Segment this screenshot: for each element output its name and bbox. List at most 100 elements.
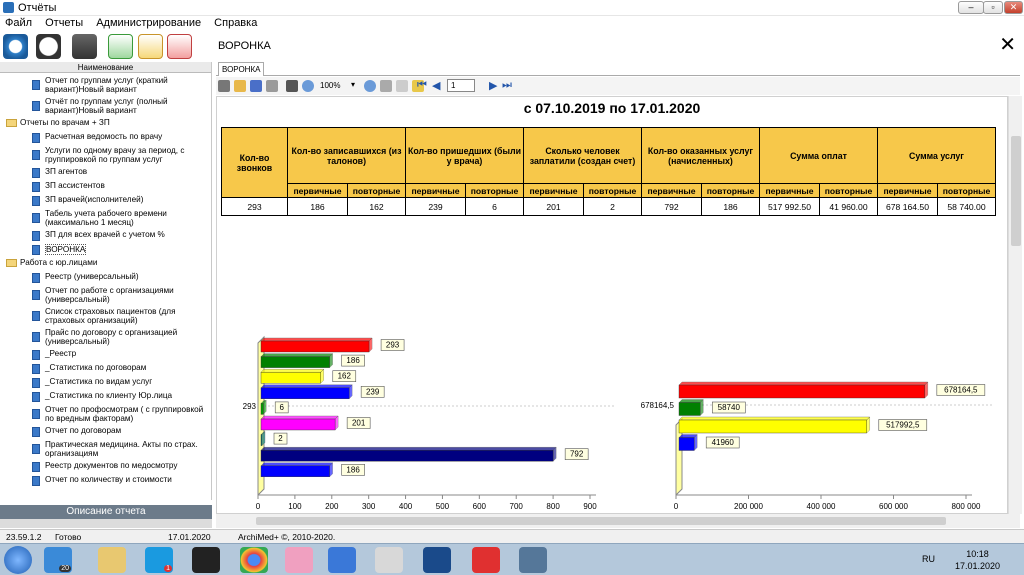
vertical-scroll-thumb[interactable] bbox=[1011, 136, 1021, 246]
explorer-icon[interactable] bbox=[98, 547, 126, 573]
tree-item[interactable]: Отчет по работе с организациями (универса… bbox=[0, 286, 210, 305]
export-icon[interactable] bbox=[266, 80, 278, 92]
zoom-dropdown-icon[interactable]: ▾ bbox=[351, 80, 355, 89]
tree-item[interactable]: Прайс по договору с организацией (универс… bbox=[0, 328, 210, 347]
start-button[interactable] bbox=[4, 546, 32, 574]
open-icon[interactable] bbox=[234, 80, 246, 92]
tree-item-label: Реестр (универсальный) bbox=[45, 272, 139, 281]
add-report-icon[interactable] bbox=[108, 34, 133, 59]
prev-page-icon[interactable]: ◀ bbox=[432, 79, 440, 92]
status-copyright: ArchiMed+ ©, 2010-2020. bbox=[238, 532, 336, 542]
page-setup-icon[interactable] bbox=[380, 80, 392, 92]
tree-item-label-line: Расчетная ведомость по врачу bbox=[45, 132, 163, 141]
tree-item[interactable]: _Статистика по договорам bbox=[0, 363, 210, 375]
tab-report[interactable]: ВОРОНКА bbox=[218, 62, 265, 76]
save-icon[interactable] bbox=[250, 80, 262, 92]
delete-report-icon[interactable] bbox=[167, 34, 192, 59]
telegram-icon[interactable]: 20 bbox=[44, 547, 72, 573]
tree-item[interactable]: _Реестр bbox=[0, 349, 210, 361]
camera-icon[interactable] bbox=[72, 34, 97, 59]
tree-item-label: Услуги по одному врачу за период, с групп… bbox=[45, 146, 184, 164]
tree-item[interactable]: ЗП для всех врачей с учетом % bbox=[0, 230, 210, 242]
3cx-icon[interactable] bbox=[192, 547, 220, 573]
print-icon[interactable] bbox=[218, 80, 230, 92]
telegram-badge: 20 bbox=[59, 565, 71, 572]
x-tick-label: 300 bbox=[362, 502, 376, 511]
vertical-scrollbar[interactable] bbox=[1008, 96, 1022, 514]
maximize-button[interactable]: ▫ bbox=[983, 1, 1003, 14]
status-date: 17.01.2020 bbox=[168, 532, 211, 542]
tree-item-label-line: ЗП ассистентов bbox=[45, 181, 105, 190]
tree-item[interactable]: Список страховых пациентов (для страховых… bbox=[0, 307, 210, 326]
tree-item-label-line: (максимально 1 месяц) bbox=[45, 218, 134, 227]
tree-item[interactable]: ЗП врачей(исполнителей) bbox=[0, 195, 210, 207]
tree-item-label-line: _Статистика по клиенту Юр.лица bbox=[45, 391, 173, 400]
report-icon bbox=[32, 168, 40, 178]
reports-tree-panel: Наименование Отчет по группам услуг (кра… bbox=[0, 62, 212, 500]
word-export-icon[interactable] bbox=[36, 34, 61, 59]
tree-folder[interactable]: Работа с юр.лицами bbox=[0, 258, 210, 270]
data-label: 517992,5 bbox=[886, 421, 920, 430]
zoom-in-icon[interactable] bbox=[302, 80, 314, 92]
tree-item-label-line: Отчет по группам услуг (краткий bbox=[45, 76, 168, 85]
zoom-out-icon[interactable] bbox=[364, 80, 376, 92]
report-icon bbox=[32, 476, 40, 486]
last-page-icon[interactable]: ⏭ bbox=[502, 79, 512, 92]
horizontal-scrollbar[interactable] bbox=[216, 514, 1020, 528]
reports-app-icon[interactable] bbox=[519, 547, 547, 573]
close-report-icon[interactable]: ✕ bbox=[999, 35, 1016, 55]
edit-report-icon[interactable] bbox=[138, 34, 163, 59]
tree-item[interactable]: _Статистика по клиенту Юр.лица bbox=[0, 391, 210, 403]
report-icon bbox=[32, 462, 40, 472]
app-icon-bird[interactable] bbox=[328, 547, 356, 573]
close-window-button[interactable]: ✕ bbox=[1004, 1, 1023, 14]
calculator-icon[interactable] bbox=[375, 547, 403, 573]
tree-item-label-line: _Статистика по договорам bbox=[45, 363, 147, 372]
find-icon[interactable] bbox=[286, 80, 298, 92]
tree-item[interactable]: Услуги по одному врачу за период, с групп… bbox=[0, 146, 210, 165]
tree-item-label-line: ЗП для всех врачей с учетом % bbox=[45, 230, 165, 239]
archimed-icon[interactable] bbox=[472, 547, 500, 573]
menu-help[interactable]: Справка bbox=[209, 16, 262, 30]
horizontal-scroll-thumb[interactable] bbox=[256, 517, 946, 525]
tree-item[interactable]: Табель учета рабочего времени (максимальн… bbox=[0, 209, 210, 228]
first-page-icon[interactable]: ⏮ bbox=[417, 79, 427, 92]
skype-icon[interactable]: 1 bbox=[145, 547, 173, 573]
data-label: 792 bbox=[570, 450, 584, 459]
tree-item[interactable]: Отчет по профосмотрам ( с группировкой по… bbox=[0, 405, 210, 424]
menu-admin[interactable]: Администрирование bbox=[91, 16, 206, 30]
tree-item[interactable]: Отчёт по группам услуг (полный вариант)Но… bbox=[0, 97, 210, 116]
funnel-count-chart: 0 100 200 300 400 500 600 700 800 900 293 293 186 162… bbox=[243, 335, 616, 511]
tree-item[interactable]: Отчет по группам услуг (краткий вариант)Н… bbox=[0, 76, 210, 95]
x-tick-label: 0 bbox=[256, 502, 261, 511]
tree-item[interactable]: Расчетная ведомость по врачу bbox=[0, 132, 210, 144]
tree-folder[interactable]: Отчеты по врачам + ЗП bbox=[0, 118, 210, 130]
page-number-input[interactable]: 1 bbox=[447, 79, 475, 92]
tree-item[interactable]: Реестр документов по медосмотру bbox=[0, 461, 210, 473]
menu-reports[interactable]: Отчеты bbox=[40, 16, 88, 30]
chrome-icon[interactable] bbox=[240, 547, 268, 573]
tree-item[interactable]: ЗП ассистентов bbox=[0, 181, 210, 193]
tree-item[interactable]: Реестр (универсальный) bbox=[0, 272, 210, 284]
app-icon-pink[interactable] bbox=[285, 547, 313, 573]
tree-item[interactable]: ВОРОНКА bbox=[0, 244, 210, 256]
tree-item[interactable]: Отчет по количеству и стоимости bbox=[0, 475, 210, 487]
network-app-icon[interactable] bbox=[423, 547, 451, 573]
menu-file[interactable]: Файл bbox=[0, 16, 37, 30]
tree-item[interactable]: _Статистика по видам услуг bbox=[0, 377, 210, 389]
tree-item[interactable]: Отчет по договорам bbox=[0, 426, 210, 438]
language-indicator[interactable]: RU bbox=[922, 554, 935, 564]
tree-item-label: Отчет по количеству и стоимости bbox=[45, 475, 172, 484]
tree-item-label: Практическая медицина. Акты по страх. орг… bbox=[45, 440, 198, 458]
axis-marker-label: 293 bbox=[243, 402, 257, 411]
refresh-icon[interactable] bbox=[3, 34, 28, 59]
next-page-icon[interactable]: ▶ bbox=[489, 79, 497, 92]
tree-item[interactable]: ЗП агентов bbox=[0, 167, 210, 179]
tree-item-label-line: по вредным факторам) bbox=[45, 414, 134, 423]
minimize-button[interactable]: – bbox=[958, 1, 984, 14]
clock[interactable]: 10:18 17.01.2020 bbox=[955, 548, 1000, 572]
zoom-select[interactable]: 100% bbox=[320, 81, 340, 90]
sub-primary: первичные bbox=[523, 183, 584, 198]
view-icon[interactable] bbox=[396, 80, 408, 92]
tree-item[interactable]: Практическая медицина. Акты по страх. орг… bbox=[0, 440, 210, 459]
